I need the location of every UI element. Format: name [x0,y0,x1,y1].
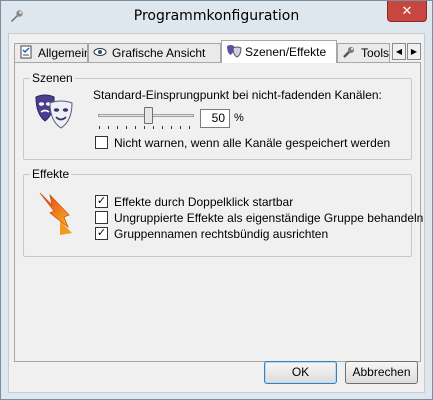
szenen-group: Szenen Standard-Einsprungpunkt bei nicht… [23,71,412,160]
effekte-option-checkbox[interactable] [95,211,108,224]
tab-scroll-left-button[interactable]: ◀ [392,43,406,60]
tab-label: Szenen/Effekte [245,45,327,59]
no-warn-checkbox-label: Nicht warnen, wenn alle Kanäle gespeiche… [114,136,391,150]
slider-tick [117,126,118,129]
tab-strip: Allgemein Grafische Ansicht Szenen/Effek… [14,40,424,63]
effekte-option-label: Gruppennamen rechtsbündig ausrichten [114,227,329,241]
tools-icon [342,45,358,59]
ok-button[interactable]: OK [264,361,337,384]
checklist-icon [19,45,35,59]
cancel-button[interactable]: Abbrechen [345,361,418,384]
tab-label: Grafische Ansicht [112,46,206,60]
slider-thumb[interactable] [144,107,153,124]
slider-tick [153,126,154,129]
entry-point-slider[interactable] [92,107,200,133]
dialog-client-area: Allgemein Grafische Ansicht Szenen/Effek… [8,33,425,393]
effekte-option-checkbox[interactable]: ✓ [95,227,108,240]
effekte-option-label: Ungruppierte Effekte als eigenständige G… [114,211,424,225]
effekte-option-label: Effekte durch Doppelklick startbar [114,195,294,209]
slider-tick [180,126,181,129]
slider-label: Standard-Einsprungpunkt bei nicht-fadend… [93,88,382,102]
lightning-bolt-icon [38,191,76,239]
slider-tick [171,126,172,129]
slider-tick [135,126,136,129]
slider-tick [99,126,100,129]
effekte-option-checkbox[interactable]: ✓ [95,195,108,208]
slider-tick [108,126,109,129]
effekte-group: Effekte ✓ Effekte durch Doppelklick star… [23,167,423,257]
slider-value-field[interactable]: 50 [200,109,230,128]
tab-szenen-effekte[interactable]: Szenen/Effekte [221,40,337,63]
theater-masks-icon [34,93,74,129]
slider-tick [126,126,127,129]
masks-icon [226,43,242,58]
window-title: Programmkonfiguration [133,8,300,24]
slider-tick [162,126,163,129]
tab-label: Tools [361,46,390,60]
tab-allgemein[interactable]: Allgemein [14,43,88,63]
program-config-window: Programmkonfiguration ✕ Allgemein Grafis… [0,0,433,400]
percent-unit-label: % [234,112,244,124]
slider-tick [189,126,190,129]
slider-tick [144,126,145,129]
no-warn-checkbox[interactable] [95,136,108,149]
tab-tools[interactable]: Tools [337,43,390,63]
tab-label: Allgemein [38,46,88,60]
tab-panel-szenen-effekte: Szenen Standard-Einsprungpunkt bei nicht… [14,62,423,362]
tab-scroll-right-button[interactable]: ▶ [407,43,421,60]
szenen-group-label: Szenen [30,71,75,85]
title-bar: Programmkonfiguration ✕ [1,1,432,34]
tab-grafische-ansicht[interactable]: Grafische Ansicht [88,43,221,63]
effekte-group-label: Effekte [30,167,72,181]
close-button[interactable]: ✕ [387,1,427,22]
eye-icon [93,45,109,59]
